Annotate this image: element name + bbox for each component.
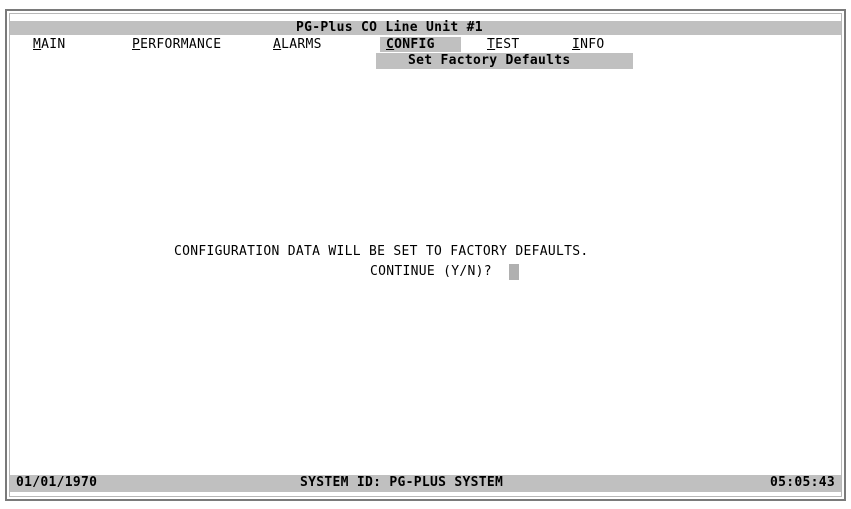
menu-test-hotkey: T xyxy=(487,37,496,52)
menu-info-label: NFO xyxy=(580,37,605,52)
menu-performance-label: ERFORMANCE xyxy=(140,37,222,52)
status-date: 01/01/1970 xyxy=(16,475,98,490)
submenu-set-factory-defaults[interactable]: Set Factory Defaults xyxy=(376,53,633,69)
menu-main-label: AIN xyxy=(41,37,66,52)
menu-test-label: EST xyxy=(495,37,520,52)
menu-config-hotkey: C xyxy=(386,37,395,52)
menu-item-performance[interactable]: PERFORMANCE xyxy=(132,37,221,52)
menu-main-hotkey: M xyxy=(33,37,42,52)
menu-performance-hotkey: P xyxy=(132,37,141,52)
menu-config-label: ONFIG xyxy=(394,37,435,52)
text-cursor[interactable] xyxy=(509,264,519,280)
window-title: PG-Plus CO Line Unit #1 xyxy=(296,20,483,35)
submenu-label: Set Factory Defaults xyxy=(408,53,571,68)
menu-item-test[interactable]: TEST xyxy=(487,37,520,52)
menu-alarms-hotkey: A xyxy=(273,37,282,52)
menu-item-config[interactable]: CONFIG xyxy=(380,37,461,52)
status-time: 05:05:43 xyxy=(770,475,836,490)
continue-prompt: CONTINUE (Y/N)? xyxy=(370,264,492,279)
menu-item-info[interactable]: INFO xyxy=(572,37,605,52)
menu-info-hotkey: I xyxy=(572,37,581,52)
status-system-id: SYSTEM ID: PG-PLUS SYSTEM xyxy=(300,475,504,490)
status-bar: 01/01/1970 SYSTEM ID: PG-PLUS SYSTEM 05:… xyxy=(10,475,841,492)
menu-alarms-label: LARMS xyxy=(281,37,322,52)
menu-item-main[interactable]: MAIN xyxy=(33,37,66,52)
title-bar: PG-Plus CO Line Unit #1 xyxy=(10,20,841,35)
confirmation-message: CONFIGURATION DATA WILL BE SET TO FACTOR… xyxy=(174,244,589,259)
menu-item-alarms[interactable]: ALARMS xyxy=(273,37,322,52)
